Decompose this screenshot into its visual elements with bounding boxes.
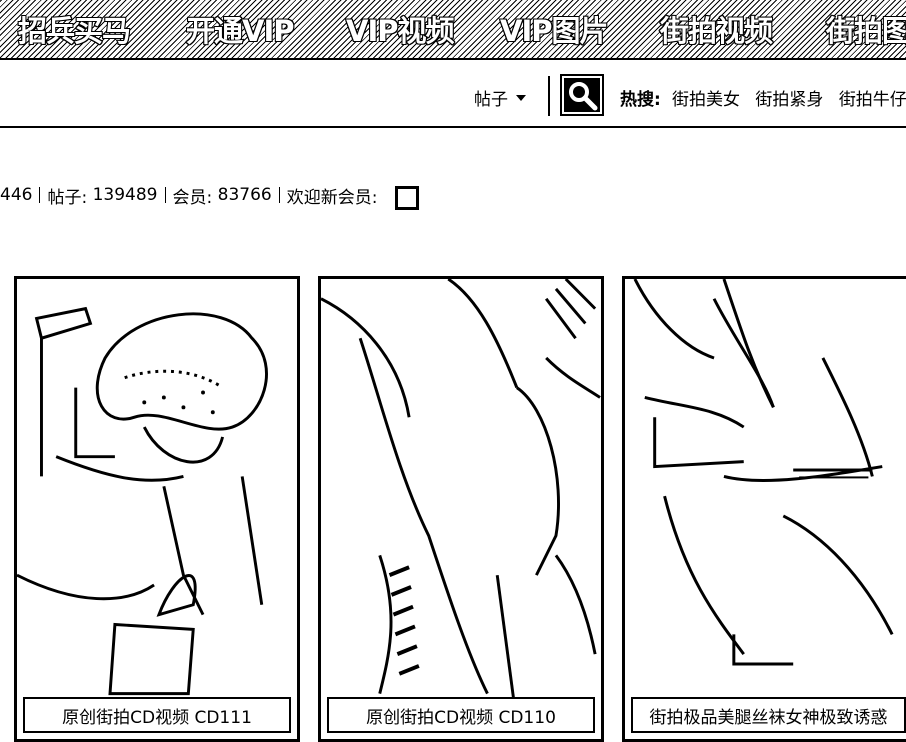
broken-image-icon[interactable] <box>395 186 420 210</box>
divider <box>39 187 41 203</box>
nav-item-open-vip[interactable]: 开通VIP <box>185 8 295 50</box>
hot-link[interactable]: 街拍紧身 <box>755 90 823 110</box>
chevron-down-icon <box>516 94 526 101</box>
nav-item-vip-video[interactable]: VIP视频 <box>345 8 455 50</box>
video-card[interactable]: 街拍极品美腿丝袜女神极致诱惑 <box>622 276 906 742</box>
divider <box>278 187 280 203</box>
nav-item-vip-images[interactable]: VIP图片 <box>499 8 609 50</box>
video-thumbnail <box>321 279 601 724</box>
posts-label: 帖子: <box>47 187 88 208</box>
hot-search-label: 热搜: <box>620 90 661 110</box>
members-count: 83766 <box>217 185 272 205</box>
posts-count: 139489 <box>92 185 158 205</box>
divider <box>164 187 166 203</box>
video-thumbnail <box>17 306 268 696</box>
nav-item-street-images[interactable]: 街拍图 <box>825 8 906 50</box>
hot-link[interactable]: 街拍牛仔 <box>839 90 906 110</box>
video-title[interactable]: 原创街拍CD视频 CD110 <box>327 697 595 733</box>
video-title[interactable]: 街拍极品美腿丝袜女神极致诱惑 <box>631 697 906 733</box>
divider <box>548 76 550 116</box>
forum-stats: 446 帖子: 139489 会员: 83766 欢迎新会员: <box>0 180 420 210</box>
members-label: 会员: <box>172 187 213 208</box>
nav-item-street-video[interactable]: 街拍视频 <box>659 8 774 50</box>
video-thumbnail <box>633 279 894 666</box>
welcome-label: 欢迎新会员: <box>286 187 378 208</box>
search-button[interactable] <box>560 74 604 116</box>
topics-count: 446 <box>0 185 33 205</box>
top-nav: 招兵买马 开通VIP VIP视频 VIP图片 街拍视频 街拍图 <box>0 0 906 60</box>
video-title[interactable]: 原创街拍CD视频 CD111 <box>23 697 291 733</box>
nav-item-recruit[interactable]: 招兵买马 <box>17 8 132 50</box>
search-type-dropdown[interactable]: 帖子 <box>474 85 526 110</box>
video-card[interactable]: 原创街拍CD视频 CD110 <box>318 276 604 742</box>
hot-search-links: 街拍美女 街拍紧身 街拍牛仔 <box>672 85 906 110</box>
search-type-label: 帖子 <box>474 90 508 110</box>
search-icon <box>562 76 602 114</box>
search-bar: 帖子 热搜: 街拍美女 街拍紧身 街拍牛仔 <box>0 62 906 128</box>
hot-link[interactable]: 街拍美女 <box>672 90 740 110</box>
video-card[interactable]: 原创街拍CD视频 CD111 <box>14 276 300 742</box>
